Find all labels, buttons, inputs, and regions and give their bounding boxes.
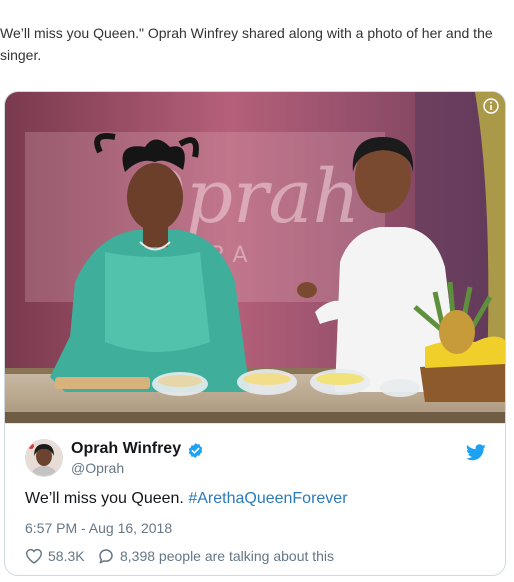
author-name[interactable]: Oprah Winfrey: [71, 440, 181, 458]
info-icon[interactable]: [483, 98, 499, 114]
article-line-2: singer.: [0, 47, 42, 63]
heart-icon[interactable]: [25, 548, 43, 564]
tweet-text: We’ll miss you Queen. #ArethaQueenForeve…: [25, 490, 348, 508]
tweet-photo[interactable]: Oprah P R A: [5, 92, 505, 423]
tweet-timestamp[interactable]: 6:57 PM - Aug 16, 2018: [25, 520, 172, 536]
likes-count[interactable]: 58.3K: [48, 548, 85, 564]
avatar-image: [26, 440, 62, 476]
photo-illustration: Oprah P R A: [5, 92, 505, 423]
hashtag-link[interactable]: #ArethaQueenForever: [188, 490, 347, 507]
avatar[interactable]: [25, 439, 63, 477]
author-handle[interactable]: @Oprah: [71, 460, 124, 476]
article-line-1: We’ll miss you Queen." Oprah Winfrey sha…: [0, 25, 493, 41]
article-paragraph: We’ll miss you Queen." Oprah Winfrey sha…: [0, 22, 512, 66]
conversation-link[interactable]: 8,398 people are talking about this: [120, 548, 334, 564]
tweet-body: Oprah Winfrey @Oprah We’ll miss you Quee…: [5, 423, 505, 575]
reply-bubble-icon[interactable]: [97, 547, 115, 565]
tweet-embed-card[interactable]: Oprah P R A: [4, 91, 506, 576]
verified-badge-icon: [188, 443, 203, 458]
tweet-text-plain: We’ll miss you Queen.: [25, 490, 189, 507]
twitter-bird-icon[interactable]: [466, 444, 486, 461]
